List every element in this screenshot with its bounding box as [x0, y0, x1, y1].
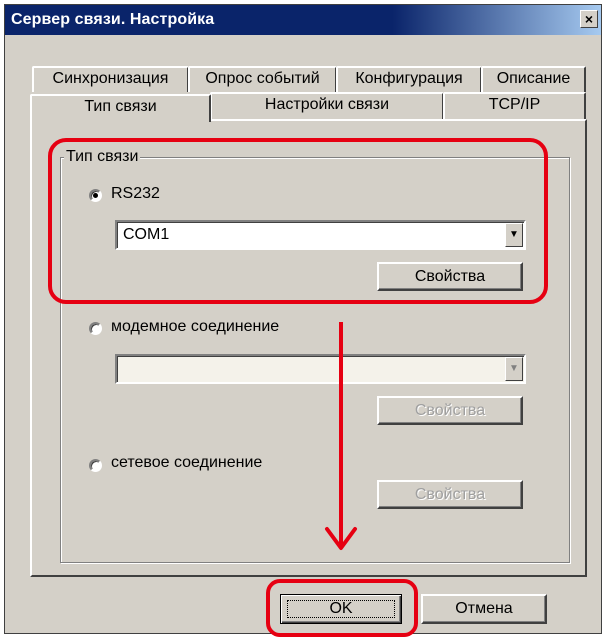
groupbox-label: Тип связи	[64, 148, 141, 166]
title-bar[interactable]: Сервер связи. Настройка ×	[5, 5, 601, 35]
ok-button[interactable]: OK	[280, 594, 402, 624]
chevron-down-icon[interactable]: ▼	[505, 357, 523, 381]
com-port-select[interactable]: COM1 ▼	[115, 220, 526, 250]
cancel-button[interactable]: Отмена	[421, 594, 547, 624]
rs232-radio[interactable]	[89, 189, 102, 202]
modem-properties-button[interactable]: Свойства	[377, 396, 523, 425]
tab-label: Тип связи	[84, 98, 157, 115]
network-radio[interactable]	[89, 459, 102, 472]
tab-label: Описание	[496, 70, 571, 87]
tab-description[interactable]: Описание	[481, 66, 586, 92]
close-icon: ×	[584, 11, 594, 27]
tab-label: Опрос событий	[205, 70, 320, 87]
tab-label: Синхронизация	[52, 70, 169, 87]
ok-label: OK	[329, 600, 353, 617]
rs232-properties-button[interactable]: Свойства	[377, 262, 523, 291]
tab-connection-type[interactable]: Тип связи	[30, 94, 211, 122]
com-port-value: COM1	[123, 226, 170, 243]
tab-tcp-ip[interactable]: TCP/IP	[443, 92, 586, 120]
network-properties-button[interactable]: Свойства	[377, 480, 523, 509]
tab-configuration[interactable]: Конфигурация	[336, 66, 482, 92]
network-label: сетевое соединение	[111, 454, 263, 471]
chevron-down-icon[interactable]: ▼	[505, 223, 523, 247]
window-title: Сервер связи. Настройка	[11, 11, 215, 28]
rs232-label: RS232	[111, 185, 160, 202]
tab-connection-settings[interactable]: Настройки связи	[210, 92, 444, 120]
modem-select[interactable]: ▼	[115, 354, 526, 384]
modem-radio[interactable]	[89, 322, 102, 335]
tab-synchronization[interactable]: Синхронизация	[32, 66, 189, 92]
tab-label: Настройки связи	[264, 96, 390, 113]
modem-label: модемное соединение	[111, 318, 280, 335]
tab-event-polling[interactable]: Опрос событий	[188, 66, 337, 92]
tab-label: TCP/IP	[488, 96, 541, 113]
close-button[interactable]: ×	[580, 10, 598, 28]
tab-label: Конфигурация	[355, 70, 463, 87]
